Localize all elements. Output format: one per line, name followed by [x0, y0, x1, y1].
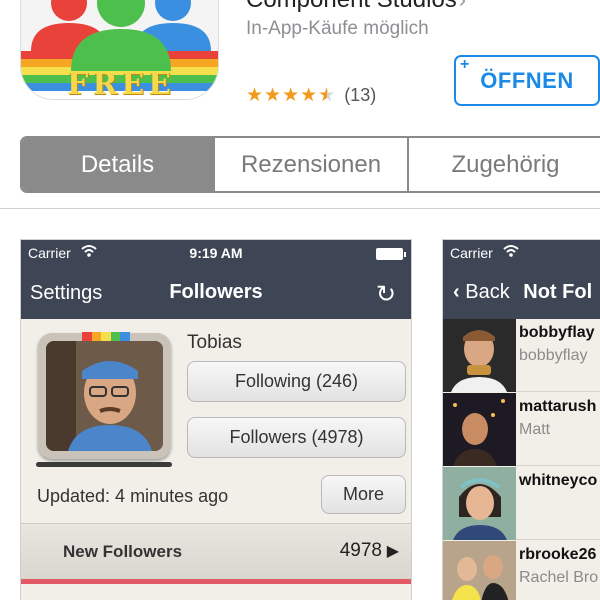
- back-label: Back: [465, 281, 510, 303]
- accent-stripe: [21, 579, 411, 584]
- username: rbrooke26: [519, 546, 597, 563]
- nav-title: Followers: [169, 281, 263, 303]
- half-star-icon: ★: [318, 85, 337, 106]
- avatar: [443, 467, 516, 540]
- tab-related[interactable]: Zugehörig: [409, 138, 600, 191]
- app-title-text: Component Studios: [246, 0, 457, 13]
- plus-icon: +: [460, 56, 470, 73]
- nav-title: Not Fol: [523, 281, 593, 303]
- full-name: Matt: [519, 421, 551, 438]
- username: whitneyco: [519, 472, 598, 489]
- avatar: [443, 541, 516, 600]
- username: bobbyflay: [519, 324, 595, 341]
- following-button[interactable]: Following (246): [187, 361, 406, 402]
- open-button-label: ÖFFNEN: [480, 67, 574, 93]
- tab-details[interactable]: Details: [22, 138, 215, 191]
- list-item[interactable]: rbrooke26 Rachel Bro: [443, 541, 600, 600]
- back-button[interactable]: ‹ Back Not Fol: [453, 281, 592, 304]
- carrier-label: Carrier: [450, 245, 493, 261]
- new-followers-count: 4978: [339, 540, 382, 561]
- status-time: 9:19 AM: [189, 245, 243, 261]
- profile-photo-frame: [38, 332, 171, 459]
- list-item[interactable]: whitneyco: [443, 467, 600, 540]
- nav-bar: ‹ Back Not Fol: [443, 267, 600, 319]
- screenshot-2[interactable]: Carrier ‹ Back Not Fol bobbyflay bobbyfl…: [442, 239, 600, 600]
- app-title[interactable]: Component Studios›: [246, 0, 466, 14]
- star-rating-icon: ★★★★★: [246, 84, 336, 107]
- wifi-icon: [503, 244, 519, 261]
- segmented-control: Details Rezensionen Zugehörig: [20, 136, 600, 193]
- nav-bar: Settings Followers ↻: [21, 267, 411, 319]
- updated-label: Updated: 4 minutes ago: [37, 486, 229, 506]
- status-bar: Carrier: [443, 240, 600, 267]
- status-bar: Carrier 9:19 AM: [21, 240, 411, 267]
- full-name: bobbyflay: [519, 347, 588, 364]
- full-name: Rachel Bro: [519, 569, 599, 586]
- username: mattarush: [519, 398, 597, 415]
- avatar: [443, 393, 516, 466]
- chevron-left-icon: ‹: [453, 281, 460, 303]
- chevron-right-icon: ›: [459, 0, 466, 12]
- screenshot-1[interactable]: Carrier 9:19 AM Settings Followers ↻ Tob…: [20, 239, 412, 600]
- open-button[interactable]: + ÖFFNEN: [454, 55, 600, 106]
- new-followers-row[interactable]: New Followers 4978 ▶: [21, 523, 411, 579]
- more-button[interactable]: More: [321, 475, 406, 514]
- tab-reviews[interactable]: Rezensionen: [215, 138, 409, 191]
- free-banner: FREE: [67, 67, 175, 100]
- in-app-purchases-note: In-App-Käufe möglich: [246, 18, 429, 39]
- avatar: [46, 341, 163, 451]
- divider: [0, 208, 600, 209]
- rating[interactable]: ★★★★★ (13): [246, 84, 376, 107]
- profile-name: Tobias: [187, 332, 242, 353]
- followers-button[interactable]: Followers (4978): [187, 417, 406, 458]
- rating-count: (13): [344, 85, 377, 105]
- list-item[interactable]: mattarush Matt: [443, 393, 600, 466]
- disclosure-arrow-icon: ▶: [386, 543, 399, 560]
- full-stars: ★★★★: [246, 85, 319, 106]
- new-followers-label: New Followers: [63, 542, 183, 561]
- list-item[interactable]: bobbyflay bobbyflay: [443, 319, 600, 392]
- refresh-icon[interactable]: ↻: [376, 280, 396, 309]
- avatar: [443, 319, 516, 392]
- photo-shadow: [36, 462, 172, 467]
- battery-icon: [376, 248, 406, 260]
- app-icon[interactable]: FREE: [20, 0, 219, 100]
